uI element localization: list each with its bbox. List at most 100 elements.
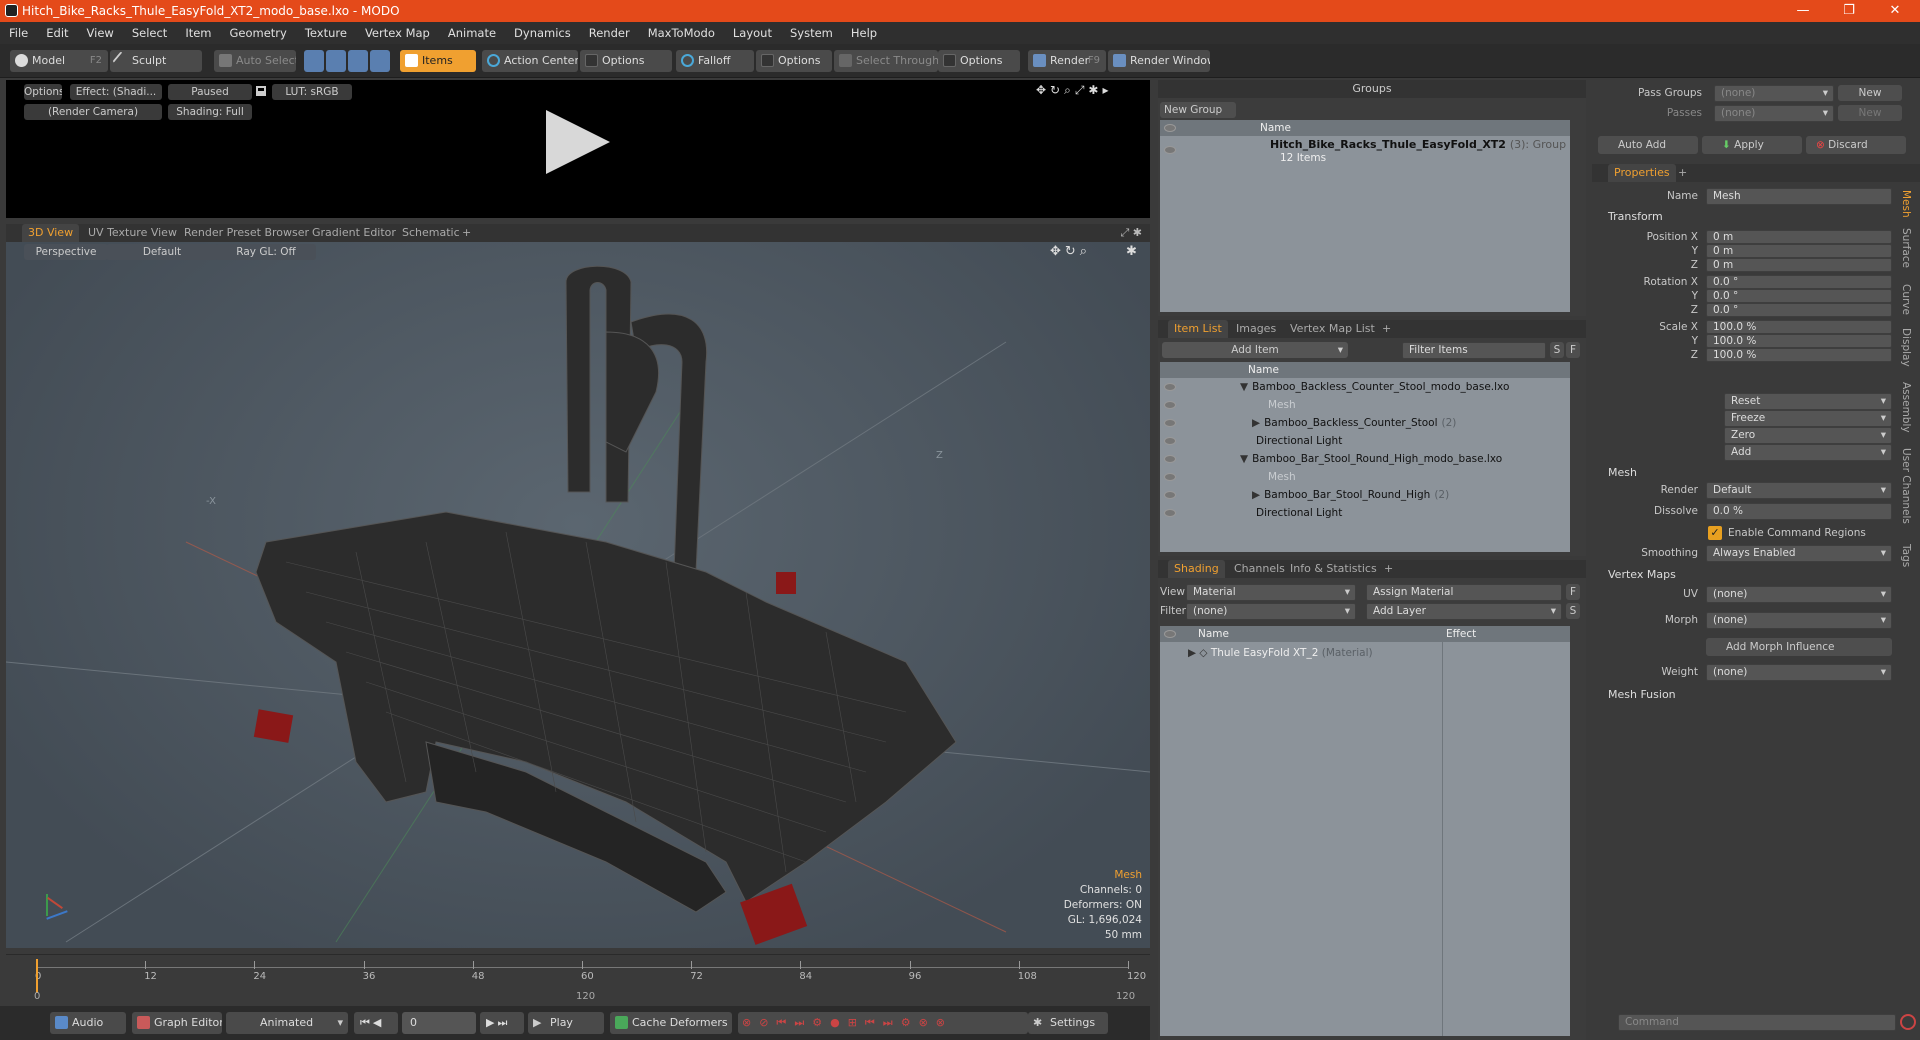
select-through-options-button[interactable]: Options [938, 50, 1020, 72]
group-item[interactable]: Hitch_Bike_Racks_Thule_EasyFold_XT2 (3):… [1270, 138, 1566, 151]
shader-tree[interactable]: Name Effect ▶ ◇ Thule EasyFold XT_2 (Mat… [1160, 626, 1570, 1036]
expand-arrow-icon[interactable]: ▼ [1240, 381, 1248, 393]
menu-select[interactable]: Select [123, 26, 176, 40]
edges-mode-button[interactable] [326, 50, 346, 72]
close-button[interactable]: ✕ [1872, 0, 1918, 22]
morph-dropdown[interactable]: (none) [1706, 612, 1892, 629]
expand-arrow-icon[interactable]: ▶ [1252, 489, 1260, 501]
expand-arrow-icon[interactable]: ▶ [1252, 417, 1260, 429]
audio-button[interactable]: Audio [50, 1012, 126, 1034]
render-dropdown[interactable]: Default [1706, 482, 1892, 499]
viewport-maximize-icon[interactable]: ⤢ ✱ [1120, 226, 1142, 240]
tab-uv-texture-view[interactable]: UV Texture View [82, 224, 183, 242]
add-morph-influence-button[interactable]: Add Morph Influence [1706, 638, 1892, 656]
item-list[interactable]: Name ▼ Bamboo_Backless_Counter_Stool_modo… [1160, 362, 1570, 552]
list-item[interactable]: Directional Light [1252, 506, 1346, 521]
shading-f-button[interactable]: F [1566, 584, 1580, 600]
filter-dropdown[interactable]: (none) [1186, 603, 1356, 620]
enable-command-regions-checkbox[interactable]: ✓ [1708, 526, 1722, 540]
pos-input[interactable]: 0 m [1706, 244, 1892, 258]
visibility-icon[interactable] [1164, 491, 1176, 499]
lut-dropdown[interactable]: LUT: sRGB [272, 84, 352, 100]
stop-icon[interactable] [1900, 1014, 1916, 1030]
search-button[interactable]: S [1550, 342, 1564, 358]
tab-render-preset-browser[interactable]: Render Preset Browser [178, 224, 315, 242]
action-center-button[interactable]: Action Center [482, 50, 578, 72]
side-tab-display[interactable]: Display [1900, 328, 1912, 367]
falloff-button[interactable]: Falloff [676, 50, 754, 72]
select-through-button[interactable]: Select Through [834, 50, 938, 72]
list-item[interactable]: Mesh [1264, 398, 1300, 413]
render-button[interactable]: Render F9 [1028, 50, 1106, 72]
visibility-icon[interactable] [1164, 146, 1176, 154]
list-item[interactable]: ▼ Bamboo_Bar_Stool_Round_High_modo_base.l… [1240, 452, 1506, 467]
visibility-icon[interactable] [1164, 401, 1176, 409]
shading-dropdown[interactable]: Shading: Full [168, 104, 252, 120]
timeline[interactable]: 0 12 24 36 48 60 72 84 96 108 120 0 120 120 [6, 954, 1150, 1004]
freeze-dropdown[interactable]: Freeze [1724, 410, 1892, 427]
command-input[interactable]: Command [1618, 1014, 1896, 1031]
tab-vertex-map-list[interactable]: Vertex Map List [1284, 320, 1381, 338]
visibility-icon[interactable] [1164, 437, 1176, 445]
rot-input[interactable]: 0.0 ° [1706, 289, 1892, 303]
effect-dropdown[interactable]: Effect: (Shadi... [70, 84, 162, 100]
name-input[interactable]: Mesh [1706, 188, 1892, 205]
reset-dropdown[interactable]: Reset [1724, 393, 1892, 410]
tab-images[interactable]: Images [1230, 320, 1282, 338]
side-tab-mesh[interactable]: Mesh [1900, 190, 1912, 218]
menu-file[interactable]: File [0, 26, 37, 40]
menu-edit[interactable]: Edit [37, 26, 77, 40]
list-item[interactable]: ▶ Bamboo_Bar_Stool_Round_High (2) [1252, 488, 1449, 503]
polygons-mode-button[interactable] [348, 50, 368, 72]
paused-toggle[interactable]: Paused [168, 84, 252, 100]
view-dropdown[interactable]: Material [1186, 584, 1356, 601]
sculpt-mode-button[interactable]: Sculpt [110, 50, 202, 72]
menu-help[interactable]: Help [842, 26, 886, 40]
new-group-button[interactable]: New Group [1160, 102, 1236, 118]
menu-view[interactable]: View [78, 26, 123, 40]
tab-channels[interactable]: Channels [1228, 560, 1291, 578]
skip-to-end-button[interactable]: ▶⏭ [480, 1012, 524, 1034]
expand-arrow-icon[interactable]: ▼ [1240, 453, 1248, 465]
smoothing-dropdown[interactable]: Always Enabled [1706, 545, 1892, 562]
timeline-playhead[interactable] [36, 959, 38, 993]
groups-list[interactable]: Name Hitch_Bike_Racks_Thule_EasyFold_XT2… [1160, 120, 1570, 312]
visibility-icon[interactable] [1164, 383, 1176, 391]
frame-input[interactable]: 0 [402, 1012, 476, 1034]
assign-material-button[interactable]: Assign Material [1366, 584, 1562, 601]
add-dropdown[interactable]: Add [1724, 444, 1892, 461]
falloff-options-button[interactable]: Options [756, 50, 832, 72]
side-tab-assembly[interactable]: Assembly [1900, 382, 1912, 433]
rot-input[interactable]: 0.0 ° [1706, 275, 1892, 289]
filter-items-input[interactable]: Filter Items [1402, 342, 1546, 359]
list-item[interactable]: ▼ Bamboo_Backless_Counter_Stool_modo_base… [1240, 380, 1513, 395]
tab-info-statistics[interactable]: Info & Statistics [1284, 560, 1383, 578]
add-tab-button[interactable]: + [1376, 320, 1397, 338]
side-tab-curve[interactable]: Curve [1900, 284, 1912, 315]
add-tab-button[interactable]: + [1378, 560, 1399, 578]
action-center-options-button[interactable]: Options [580, 50, 672, 72]
menu-layout[interactable]: Layout [724, 26, 781, 40]
menu-texture[interactable]: Texture [296, 26, 356, 40]
mesh-fusion-section[interactable]: Mesh Fusion [1608, 688, 1676, 701]
pass-groups-dropdown[interactable]: (none) [1714, 85, 1834, 102]
mesh-section[interactable]: Mesh [1608, 466, 1637, 479]
list-item[interactable]: Directional Light [1252, 434, 1346, 449]
side-tab-surface[interactable]: Surface [1900, 228, 1912, 268]
dissolve-input[interactable]: 0.0 % [1706, 503, 1892, 520]
visibility-icon[interactable] [1164, 509, 1176, 517]
pos-input[interactable]: 0 m [1706, 230, 1892, 244]
settings-button[interactable]: ✱ Settings [1028, 1012, 1108, 1034]
tab-item-list[interactable]: Item List [1168, 320, 1228, 338]
animated-dropdown[interactable]: Animated [226, 1012, 348, 1034]
menu-maxtomodo[interactable]: MaxToModo [639, 26, 724, 40]
vertices-mode-button[interactable] [304, 50, 324, 72]
passes-dropdown[interactable]: (none) [1714, 105, 1834, 122]
visibility-icon[interactable] [1164, 473, 1176, 481]
list-item[interactable]: Mesh [1264, 470, 1300, 485]
menu-vertex-map[interactable]: Vertex Map [356, 26, 439, 40]
menu-animate[interactable]: Animate [439, 26, 505, 40]
model-mode-button[interactable]: Model F2 [10, 50, 108, 72]
vertex-maps-section[interactable]: Vertex Maps [1608, 568, 1676, 581]
add-item-button[interactable]: Add Item [1162, 342, 1348, 358]
